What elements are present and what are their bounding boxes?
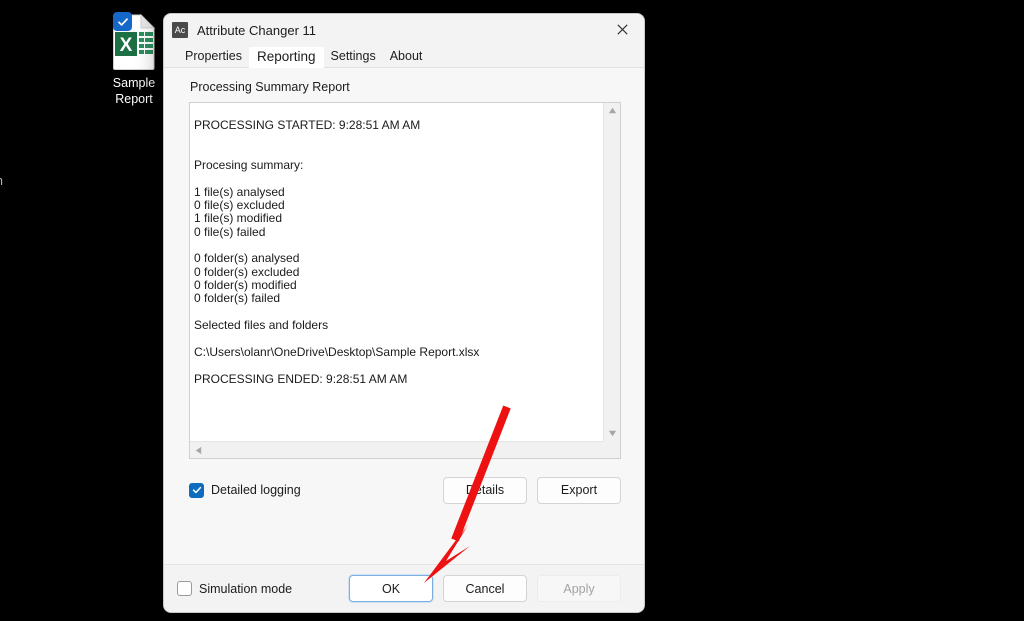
detailed-logging-label: Detailed logging — [211, 483, 301, 497]
processing-summary-report-box: PROCESSING STARTED: 9:28:51 AM AM Proces… — [189, 102, 621, 459]
dialog-titlebar[interactable]: Ac Attribute Changer 11 — [164, 14, 644, 46]
scroll-up-icon[interactable] — [608, 106, 617, 115]
tab-about[interactable]: About — [383, 47, 430, 67]
excel-file-icon: X — [111, 14, 157, 70]
close-icon[interactable] — [600, 14, 644, 45]
tab-reporting[interactable]: Reporting — [249, 47, 324, 68]
apply-button: Apply — [537, 575, 621, 602]
report-inner: PROCESSING STARTED: 9:28:51 AM AM Proces… — [190, 103, 620, 441]
onedrive-synced-check-icon — [113, 12, 132, 31]
report-text[interactable]: PROCESSING STARTED: 9:28:51 AM AM Proces… — [190, 103, 603, 441]
reporting-tab-panel: Processing Summary Report PROCESSING STA… — [164, 67, 644, 564]
checkbox-box-checked[interactable] — [189, 483, 204, 498]
cancel-button[interactable]: Cancel — [443, 575, 527, 602]
scroll-down-icon[interactable] — [608, 429, 617, 438]
export-button[interactable]: Export — [537, 477, 621, 504]
tab-properties[interactable]: Properties — [178, 47, 249, 67]
ok-button[interactable]: OK — [349, 575, 433, 602]
attribute-changer-dialog: Ac Attribute Changer 11 Properties Repor… — [163, 13, 645, 613]
vertical-scrollbar[interactable] — [603, 103, 620, 441]
screen: X Sample Report n ; .. Ac Attribute Chan… — [0, 0, 1024, 621]
simulation-mode-checkbox[interactable]: Simulation mode — [177, 581, 292, 596]
edge-clipped-text-left: n — [0, 174, 3, 188]
scroll-left-icon[interactable] — [194, 446, 203, 455]
checkbox-box-unchecked[interactable] — [177, 581, 192, 596]
horizontal-scrollbar[interactable] — [190, 441, 620, 458]
simulation-mode-label: Simulation mode — [199, 582, 292, 596]
dialog-title: Attribute Changer 11 — [197, 23, 316, 38]
svg-text:X: X — [120, 35, 133, 56]
scrollbar-corner — [603, 441, 620, 458]
panel-caption: Processing Summary Report — [164, 68, 644, 102]
report-options-row: Detailed logging Details Export — [189, 459, 621, 521]
desktop-icon-label: Sample Report — [98, 75, 170, 107]
tabstrip: Properties Reporting Settings About — [164, 46, 644, 67]
details-button[interactable]: Details — [443, 477, 527, 504]
app-icon: Ac — [172, 22, 188, 38]
desktop-icon-sample-report[interactable]: X Sample Report — [98, 14, 170, 107]
tab-settings[interactable]: Settings — [324, 47, 383, 67]
dialog-footer: Simulation mode OK Cancel Apply — [164, 564, 644, 612]
detailed-logging-checkbox[interactable]: Detailed logging — [189, 483, 301, 498]
